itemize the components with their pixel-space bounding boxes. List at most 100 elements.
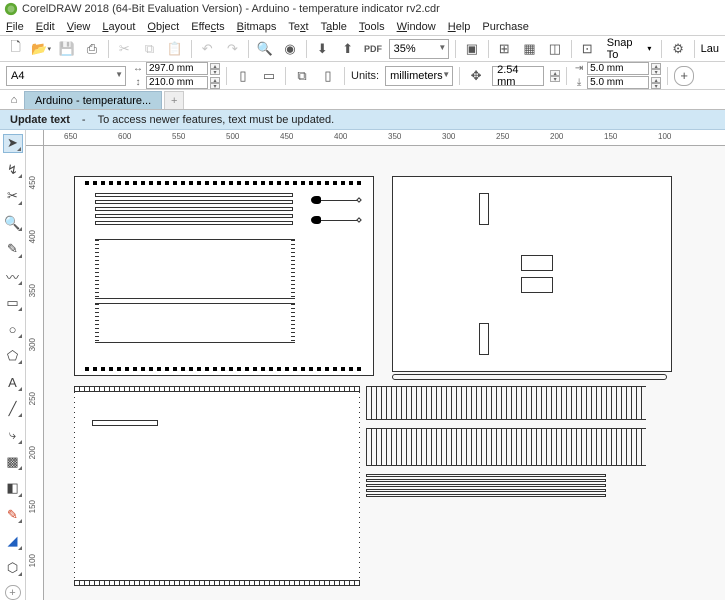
snap-to-dropdown[interactable]: Snap To▾: [603, 37, 656, 61]
page-height-input[interactable]: 210.0 mm: [146, 76, 208, 89]
ruler-tick: 400: [28, 230, 37, 243]
nudge-input[interactable]: 2.54 mm: [492, 66, 544, 86]
new-tab-button[interactable]: +: [164, 91, 184, 109]
menu-effects[interactable]: Effects: [191, 21, 224, 33]
menu-window[interactable]: Window: [397, 21, 436, 33]
separator: [488, 40, 489, 58]
dup-x-input[interactable]: 5.0 mm: [587, 62, 649, 75]
new-doc-icon[interactable]: 🗋: [6, 39, 25, 59]
grid-icon[interactable]: ▦: [520, 39, 539, 59]
eyedropper-icon[interactable]: ✎: [3, 506, 23, 525]
canvas-area[interactable]: 650 600 550 500 450 400 350 300 250 200 …: [26, 130, 725, 600]
page-width-input[interactable]: 297.0 mm: [146, 62, 208, 75]
zoom-select[interactable]: 35%▼: [389, 39, 450, 59]
zoom-tool-icon[interactable]: 🔍: [3, 214, 23, 233]
artwork-panel[interactable]: [392, 176, 672, 372]
add-preset-icon[interactable]: +: [674, 66, 694, 86]
drawing-surface[interactable]: [44, 146, 725, 600]
menu-help[interactable]: Help: [448, 21, 471, 33]
polygon-tool-icon[interactable]: ⬠: [3, 347, 23, 366]
launch-label[interactable]: Lau: [701, 43, 719, 55]
units-select[interactable]: millimeters▼: [385, 66, 453, 86]
fullscreen-icon[interactable]: ▣: [462, 39, 481, 59]
ruler-tick: 350: [28, 284, 37, 297]
options-icon[interactable]: ⚙: [668, 39, 687, 59]
home-icon[interactable]: ⌂: [4, 91, 24, 109]
ruler-tick: 650: [64, 132, 77, 141]
current-page-icon[interactable]: ▯: [318, 66, 338, 86]
guides-icon[interactable]: ◫: [545, 39, 564, 59]
menu-layout[interactable]: Layout: [102, 21, 135, 33]
ruler-tick: 550: [172, 132, 185, 141]
page-preset-select[interactable]: A4▼: [6, 66, 126, 86]
artistic-media-icon[interactable]: 〰: [3, 267, 23, 286]
rulers-icon[interactable]: ⊞: [495, 39, 514, 59]
separator: [667, 67, 668, 85]
cut-icon[interactable]: ✂: [115, 39, 134, 59]
import-icon[interactable]: ⬇: [313, 39, 332, 59]
portrait-icon[interactable]: ▯: [233, 66, 253, 86]
dup-y-spinner[interactable]: ▴▾: [651, 77, 661, 89]
open-icon[interactable]: 📂▾: [31, 39, 51, 59]
separator: [226, 67, 227, 85]
ruler-tick: 500: [226, 132, 239, 141]
ruler-tick: 200: [550, 132, 563, 141]
ruler-corner[interactable]: [26, 130, 44, 146]
menu-table[interactable]: Table: [321, 21, 347, 33]
align-icon[interactable]: ⊡: [577, 39, 596, 59]
menu-edit[interactable]: Edit: [36, 21, 55, 33]
add-tool-button[interactable]: +: [5, 585, 21, 600]
ruler-tick: 250: [28, 392, 37, 405]
fill-tool-icon[interactable]: ◢: [3, 532, 23, 551]
ellipse-tool-icon[interactable]: ○: [3, 320, 23, 339]
separator: [191, 40, 192, 58]
save-icon[interactable]: 💾: [57, 39, 76, 59]
menu-view[interactable]: View: [67, 21, 91, 33]
menu-text[interactable]: Text: [288, 21, 308, 33]
print-icon[interactable]: ⎙: [82, 39, 101, 59]
undo-icon[interactable]: ↶: [198, 39, 217, 59]
target-icon[interactable]: ◉: [280, 39, 299, 59]
landscape-icon[interactable]: ▭: [259, 66, 279, 86]
all-pages-icon[interactable]: ⧉: [292, 66, 312, 86]
artwork-group[interactable]: [366, 386, 646, 497]
crop-tool-icon[interactable]: ✂: [3, 187, 23, 206]
separator: [566, 67, 567, 85]
paste-icon[interactable]: 📋: [165, 39, 184, 59]
menu-bitmaps[interactable]: Bitmaps: [237, 21, 277, 33]
width-spinner[interactable]: ▴▾: [210, 63, 220, 75]
nudge-spinner[interactable]: ▴▾: [550, 70, 560, 82]
artwork-shape[interactable]: [392, 374, 667, 380]
document-tab[interactable]: Arduino - temperature...: [24, 91, 162, 109]
dup-y-input[interactable]: 5.0 mm: [587, 76, 649, 89]
artwork-panel[interactable]: [74, 386, 360, 586]
freehand-tool-icon[interactable]: ✎: [3, 240, 23, 259]
horizontal-ruler[interactable]: 650 600 550 500 450 400 350 300 250 200 …: [44, 130, 725, 146]
menu-tools[interactable]: Tools: [359, 21, 385, 33]
transparency-icon[interactable]: ◧: [3, 479, 23, 498]
vertical-ruler[interactable]: 450 400 350 300 250 200 150 100: [26, 146, 44, 600]
ruler-tick: 200: [28, 446, 37, 459]
export-icon[interactable]: ⬆: [338, 39, 357, 59]
copy-icon[interactable]: ⧉: [140, 39, 159, 59]
menu-file[interactable]: File: [6, 21, 24, 33]
pdf-icon[interactable]: PDF: [363, 39, 382, 59]
redo-icon[interactable]: ↷: [223, 39, 242, 59]
drop-shadow-icon[interactable]: ▩: [3, 453, 23, 472]
outline-tool-icon[interactable]: ⬡: [3, 559, 23, 578]
artwork-panel[interactable]: [74, 176, 374, 376]
rectangle-tool-icon[interactable]: ▭: [3, 294, 23, 313]
dup-y-icon: ⤓: [573, 77, 585, 88]
menu-object[interactable]: Object: [147, 21, 179, 33]
text-tool-icon[interactable]: A: [3, 373, 23, 392]
shape-tool-icon[interactable]: ↯: [3, 161, 23, 180]
dimension-tool-icon[interactable]: ╱: [3, 400, 23, 419]
search-icon[interactable]: 🔍: [255, 39, 274, 59]
height-spinner[interactable]: ▴▾: [210, 77, 220, 89]
connector-tool-icon[interactable]: ⤷: [3, 426, 23, 445]
menu-purchase[interactable]: Purchase: [482, 21, 528, 33]
pick-tool-icon[interactable]: ➤: [3, 134, 23, 153]
dup-x-spinner[interactable]: ▴▾: [651, 63, 661, 75]
separator: [306, 40, 307, 58]
separator: [661, 40, 662, 58]
